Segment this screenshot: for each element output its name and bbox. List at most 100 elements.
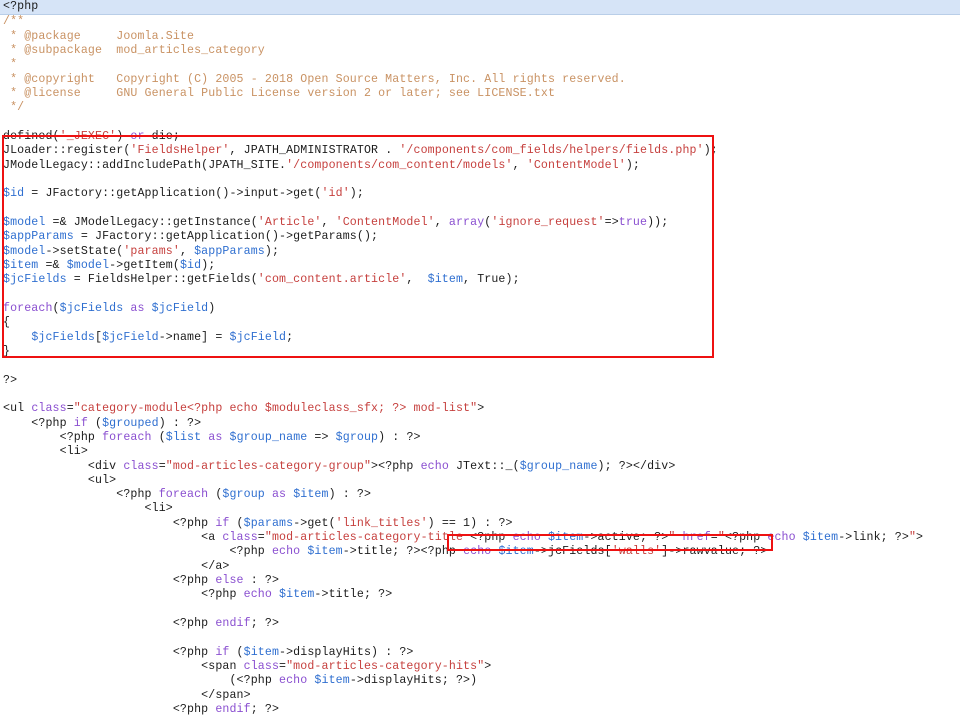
code-line[interactable]: <?php else : ?> — [0, 574, 960, 588]
code-token-attr: class — [123, 459, 159, 473]
code-line[interactable]: <?php echo $item->title; ?><?php echo $i… — [0, 545, 960, 559]
code-line[interactable] — [0, 631, 960, 645]
code-line[interactable]: $jcFields[$jcField->name] = $jcField; — [0, 331, 960, 345]
code-line[interactable]: * @copyright Copyright (C) 2005 - 2018 O… — [0, 73, 960, 87]
code-token-var: $jcFields — [59, 301, 124, 315]
code-line[interactable]: <?php if ($item->displayHits) : ?> — [0, 646, 960, 660]
code-token-tag: <li> — [3, 445, 88, 459]
code-token-plain: , JPATH_ADMINISTRATOR . — [229, 144, 400, 158]
code-line[interactable]: $model->setState('params', $appParams); — [0, 245, 960, 259]
code-token-plain: <?php — [3, 617, 216, 631]
code-line[interactable]: <?php foreach ($list as $group_name => $… — [0, 431, 960, 445]
code-line[interactable] — [0, 603, 960, 617]
code-content[interactable]: <?php /** * @package Joomla.Site * @subpa… — [0, 0, 960, 717]
code-token-plain: ->get( — [293, 516, 336, 530]
code-token-plain: (<?php — [3, 674, 280, 688]
code-line[interactable]: $jcFields = FieldsHelper::getFields('com… — [0, 273, 960, 287]
code-line[interactable]: * — [0, 58, 960, 72]
code-line[interactable]: $appParams = JFactory::getApplication()-… — [0, 230, 960, 244]
code-line[interactable]: <ul class="category-module<?php echo $mo… — [0, 402, 960, 416]
code-line[interactable]: } — [0, 345, 960, 359]
code-token-var: $group_name — [229, 430, 308, 444]
code-token-plain: <?php — [3, 0, 39, 13]
code-token-attr: class — [222, 531, 258, 545]
code-line[interactable]: ?> — [0, 374, 960, 388]
code-token-var: $jcField — [229, 330, 287, 344]
code-token-str: 'ContentModel' — [335, 215, 435, 229]
code-line[interactable]: <?php endif; ?> — [0, 703, 960, 717]
code-line[interactable]: <?php endif; ?> — [0, 617, 960, 631]
code-line[interactable]: <div class="mod-articles-category-group"… — [0, 460, 960, 474]
code-line[interactable]: $item =& $model->getItem($id); — [0, 259, 960, 273]
code-line[interactable]: <?php echo $item->title; ?> — [0, 588, 960, 602]
code-token-var: $group — [222, 488, 265, 502]
code-token-plain: <?php — [3, 416, 74, 430]
code-line[interactable]: <ul> — [0, 474, 960, 488]
code-token-var: $id — [179, 258, 202, 272]
code-token-kw: if — [215, 645, 230, 659]
code-line[interactable]: <?php if ($grouped) : ?> — [0, 417, 960, 431]
code-line[interactable]: <?php foreach ($group as $item) : ?> — [0, 488, 960, 502]
code-token-tag: <span — [3, 660, 244, 674]
code-line[interactable]: </span> — [0, 689, 960, 703]
code-line[interactable] — [0, 173, 960, 187]
code-line[interactable]: * @package Joomla.Site — [0, 30, 960, 44]
code-token-var: $model — [3, 215, 46, 229]
code-line[interactable]: * @subpackage mod_articles_category — [0, 44, 960, 58]
code-token-plain: defined( — [3, 129, 60, 143]
code-token-var: $item — [3, 258, 39, 272]
code-line[interactable]: $id = JFactory::getApplication()->input-… — [0, 187, 960, 201]
code-token-comment: * — [3, 58, 18, 72]
code-line[interactable]: * @license GNU General Public License ve… — [0, 87, 960, 101]
code-token-str: 'walls' — [611, 545, 662, 559]
code-line[interactable] — [0, 116, 960, 130]
code-token-plain: <?php — [3, 516, 216, 530]
code-line[interactable]: <span class="mod-articles-category-hits"… — [0, 660, 960, 674]
code-token-attr: href — [682, 531, 711, 545]
code-token-attrval: " — [908, 531, 917, 545]
code-token-tag: = — [66, 402, 74, 416]
code-token-kw: echo — [767, 531, 796, 545]
code-token-plain: JModelLegacy::addIncludePath(JPATH_SITE. — [3, 158, 287, 172]
code-line[interactable] — [0, 202, 960, 216]
code-line[interactable]: (<?php echo $item->displayHits; ?>) — [0, 674, 960, 688]
code-line[interactable]: <li> — [0, 445, 960, 459]
code-token-plain: ->active; ?> — [583, 531, 669, 545]
code-token-kw: foreach — [158, 488, 209, 502]
code-token-var: $params — [243, 516, 294, 530]
code-token-plain: ); — [201, 258, 216, 272]
code-line[interactable]: <a class="mod-articles-category-title <?… — [0, 531, 960, 545]
code-line[interactable]: { — [0, 316, 960, 330]
code-line[interactable]: foreach($jcFields as $jcField) — [0, 302, 960, 316]
code-line[interactable]: <?php — [0, 0, 960, 16]
code-token-var: $model — [66, 258, 110, 272]
code-line[interactable]: JLoader::register('FieldsHelper', JPATH_… — [0, 144, 960, 158]
code-token-kw: echo — [243, 588, 272, 602]
code-line[interactable]: defined('_JEXEC') or die; — [0, 130, 960, 144]
code-line[interactable]: <li> — [0, 502, 960, 516]
code-token-kw: else — [215, 574, 244, 588]
code-line[interactable]: JModelLegacy::addIncludePath(JPATH_SITE.… — [0, 159, 960, 173]
code-line[interactable]: $model =& JModelLegacy::getInstance('Art… — [0, 216, 960, 230]
code-token-str: '_JEXEC' — [59, 129, 117, 143]
code-token-tag: <ul — [3, 402, 32, 416]
code-token-comment: */ — [3, 101, 25, 115]
code-token-attrval: "category-module<?php echo $moduleclass_… — [73, 402, 478, 416]
code-token-plain: die; — [144, 129, 180, 143]
code-token-plain: ); — [264, 244, 280, 258]
code-editor[interactable]: <?php /** * @package Joomla.Site * @subpa… — [0, 0, 960, 716]
code-line[interactable]: /** — [0, 15, 960, 29]
code-line[interactable]: <?php if ($params->get('link_titles') ==… — [0, 517, 960, 531]
code-line[interactable] — [0, 388, 960, 402]
code-token-var: $jcFields — [3, 273, 67, 287]
code-line[interactable]: </a> — [0, 560, 960, 574]
code-token-tag: = — [710, 531, 718, 545]
code-token-plain: ); — [703, 144, 718, 158]
code-line[interactable]: */ — [0, 101, 960, 115]
code-token-plain: ); — [625, 158, 640, 172]
code-line[interactable] — [0, 288, 960, 302]
code-token-plain: <?php — [724, 531, 768, 545]
code-line[interactable] — [0, 359, 960, 373]
